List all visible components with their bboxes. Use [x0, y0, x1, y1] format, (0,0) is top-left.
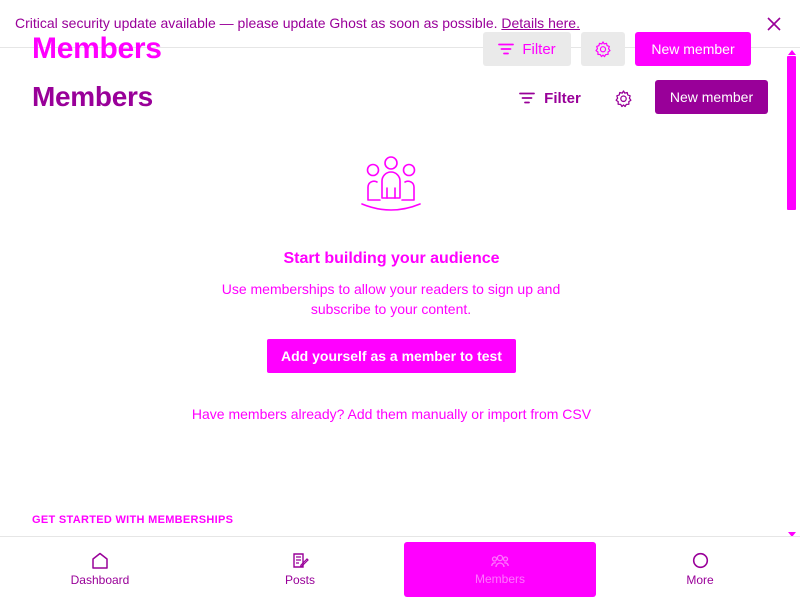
filter-label: Filter: [544, 89, 581, 107]
members-group-icon: [361, 156, 421, 211]
gear-icon: [595, 41, 611, 58]
new-member-button[interactable]: New member: [655, 80, 768, 114]
members-icon: [491, 554, 509, 567]
sticky-filter-label: Filter: [522, 40, 556, 58]
scrollbar[interactable]: [784, 48, 800, 538]
sticky-filter-button[interactable]: Filter: [483, 32, 571, 66]
scrollbar-thumb[interactable]: [787, 56, 796, 210]
sticky-page-title: Members: [32, 32, 162, 65]
add-manually-link[interactable]: Add them manually: [348, 406, 468, 422]
have-members-line: Have members already? Add them manually …: [0, 406, 783, 422]
sticky-settings-button[interactable]: [581, 32, 625, 66]
page: Critical security update available — ple…: [0, 0, 800, 600]
empty-state-heading: Start building your audience: [283, 250, 500, 267]
or-text: or: [471, 406, 484, 422]
add-yourself-button[interactable]: Add yourself as a member to test: [267, 339, 516, 373]
bottom-nav: Dashboard Posts Members More: [0, 536, 800, 600]
nav-item-dashboard[interactable]: Dashboard: [0, 537, 200, 600]
empty-state-description: Use memberships to allow your readers to…: [221, 281, 561, 317]
get-started-heading: GET STARTED WITH MEMBERSHIPS: [32, 514, 234, 526]
nav-item-posts[interactable]: Posts: [200, 537, 400, 600]
import-csv-link[interactable]: import from CSV: [488, 406, 591, 422]
nav-label-dashboard: Dashboard: [70, 572, 130, 587]
scroll-up-arrow[interactable]: [788, 50, 796, 55]
nav-label-more: More: [686, 572, 714, 587]
nav-item-more[interactable]: More: [600, 537, 800, 600]
banner-close-button[interactable]: [764, 14, 784, 34]
nav-label-posts: Posts: [284, 572, 315, 587]
have-members-prefix: Have members already?: [191, 406, 345, 422]
sticky-new-member-button[interactable]: New member: [635, 32, 751, 66]
nav-label-members: Members: [474, 571, 525, 586]
banner-details-link[interactable]: Details here.: [501, 15, 580, 31]
filter-button[interactable]: Filter: [510, 82, 590, 114]
nav-item-members[interactable]: Members: [404, 542, 596, 597]
circle-icon: [692, 552, 708, 568]
page-title: Members: [32, 81, 153, 112]
home-icon: [92, 552, 108, 569]
filter-icon: [519, 92, 536, 104]
banner-message: Critical security update available — ple…: [15, 15, 498, 31]
settings-button[interactable]: [605, 82, 641, 114]
filter-icon: [498, 43, 515, 55]
banner-text: Critical security update available — ple…: [15, 15, 580, 31]
posts-icon: [292, 552, 309, 568]
gear-icon: [615, 89, 631, 107]
close-icon: [767, 17, 781, 31]
